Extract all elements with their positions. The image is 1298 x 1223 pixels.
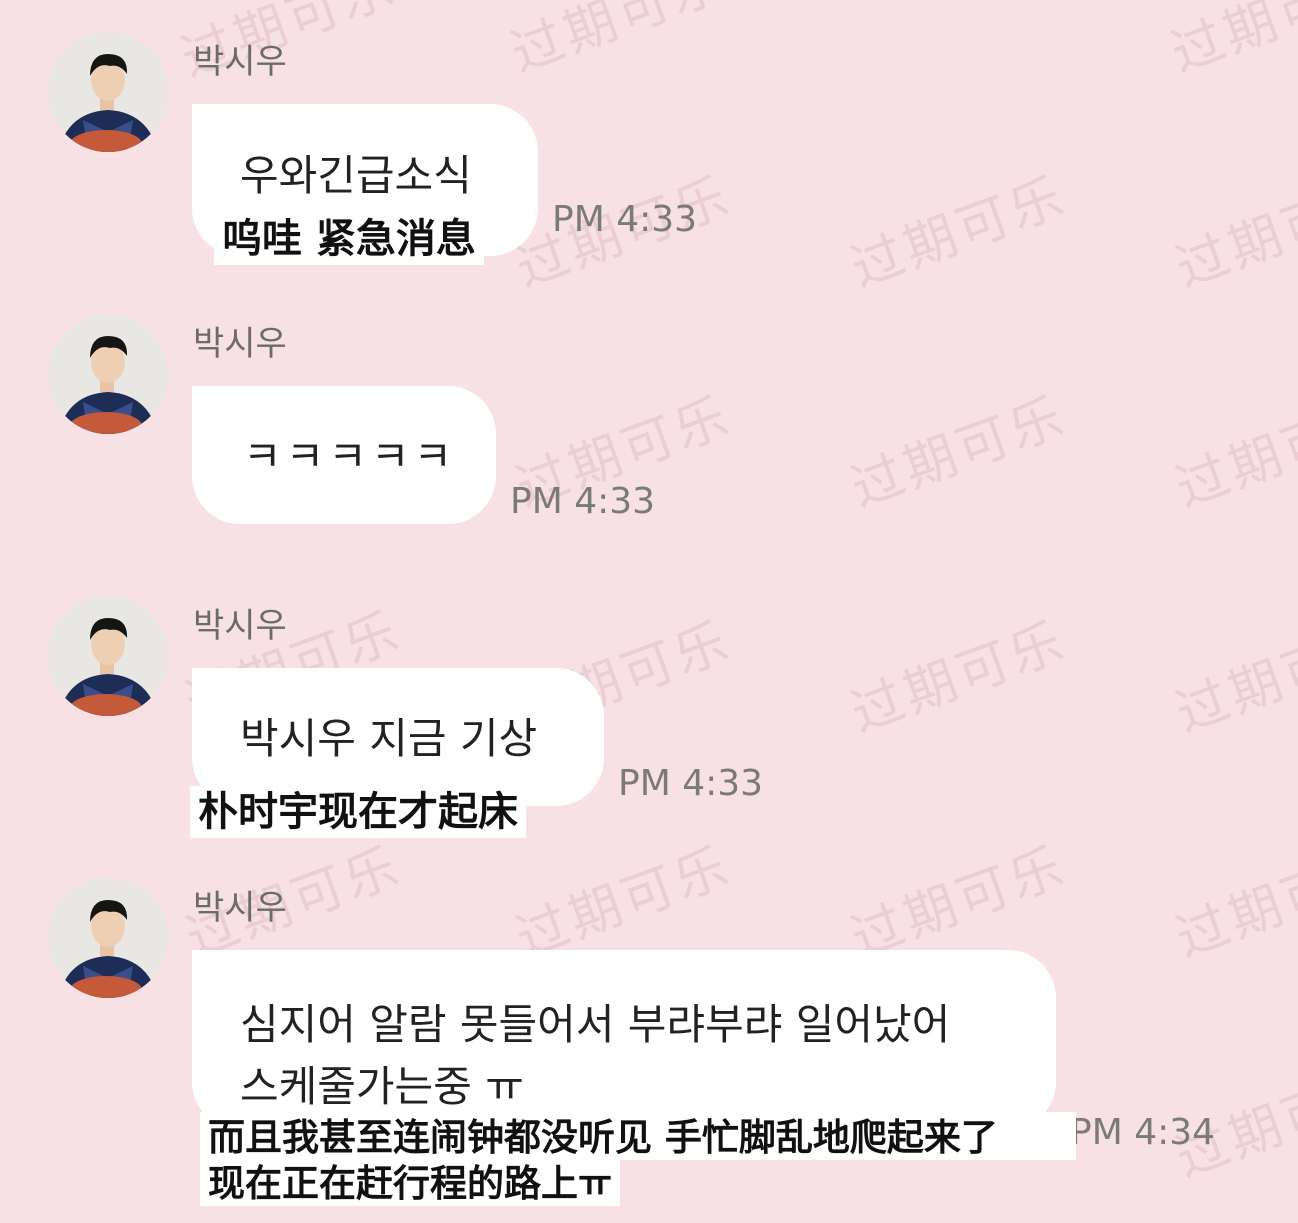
- watermark: 过期可乐: [843, 836, 1075, 970]
- watermark: 过期可乐: [503, 0, 735, 85]
- translation-subtitle: 而且我甚至连闹钟都没听见 手忙脚乱地爬起来了: [200, 1112, 1076, 1160]
- watermark: 过期可乐: [843, 386, 1075, 520]
- message-time: PM 4:34: [1070, 1112, 1216, 1153]
- message-text: 스케줄가는중 ㅠ: [240, 1062, 524, 1111]
- message-time: PM 4:33: [510, 481, 656, 522]
- watermark: 过期可乐: [1168, 836, 1298, 970]
- message-text: 박시우 지금 기상: [240, 714, 538, 763]
- avatar[interactable]: [48, 314, 168, 434]
- message-text: ㅋㅋㅋㅋㅋ: [243, 432, 457, 481]
- avatar-photo-icon: [48, 596, 168, 716]
- translation-subtitle: 现在正在赶行程的路上ㅠ: [200, 1160, 620, 1206]
- watermark: 过期可乐: [1168, 166, 1298, 300]
- watermark: 过期可乐: [508, 836, 740, 970]
- translation-subtitle: 呜哇 紧急消息: [214, 213, 484, 265]
- message-text: 심지어 알람 못들어서 부랴부랴 일어났어: [240, 1000, 951, 1049]
- watermark: 过期可乐: [1163, 0, 1298, 85]
- translation-subtitle: 朴时宇现在才起床: [190, 786, 526, 838]
- avatar[interactable]: [48, 596, 168, 716]
- sender-name: 박시우: [193, 606, 287, 646]
- avatar-photo-icon: [48, 314, 168, 434]
- sender-name: 박시우: [193, 42, 287, 82]
- watermark: 过期可乐: [1168, 611, 1298, 745]
- sender-name: 박시우: [193, 324, 287, 364]
- message-time: PM 4:33: [552, 199, 698, 240]
- avatar[interactable]: [48, 878, 168, 998]
- watermark: 过期可乐: [843, 166, 1075, 300]
- avatar-photo-icon: [48, 878, 168, 998]
- avatar[interactable]: [48, 32, 168, 152]
- watermark: 过期可乐: [1168, 386, 1298, 520]
- message-text: 우와긴급소식: [240, 151, 472, 200]
- watermark: 过期可乐: [843, 611, 1075, 745]
- message-time: PM 4:33: [618, 763, 764, 804]
- avatar-photo-icon: [48, 32, 168, 152]
- sender-name: 박시우: [193, 888, 287, 928]
